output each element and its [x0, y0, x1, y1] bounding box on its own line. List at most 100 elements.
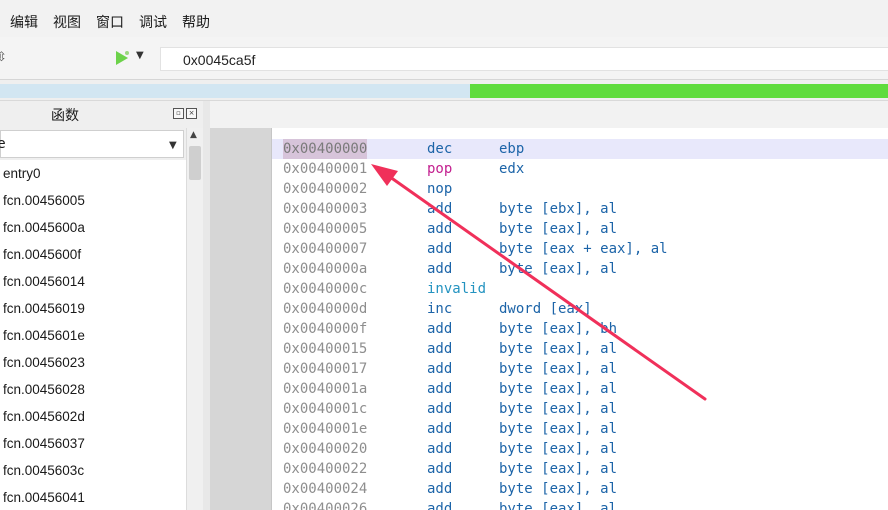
- instruction-mnemonic: inc: [427, 301, 453, 317]
- function-list-item[interactable]: fcn.0045600a: [0, 214, 186, 241]
- function-list-item[interactable]: fcn.00456019: [0, 295, 186, 322]
- disassembly-row[interactable]: 0x00400001 pop edx: [272, 159, 888, 179]
- function-list-item[interactable]: fcn.0045600f: [0, 241, 186, 268]
- instruction-mnemonic: add: [427, 201, 453, 217]
- dropdown-arrow-icon[interactable]: ▼: [169, 140, 177, 151]
- instruction-address: 0x00400000: [283, 139, 368, 159]
- function-filter[interactable]: e ▼: [0, 130, 184, 158]
- disassembly-row[interactable]: 0x0040000c invalid: [272, 279, 888, 299]
- instruction-operands: byte [eax + eax], al: [499, 241, 668, 257]
- disassembly-header: [210, 101, 888, 128]
- disassembly-row[interactable]: 0x00400024 add byte [eax], al: [272, 479, 888, 499]
- instruction-operands: byte [eax], al: [499, 441, 618, 457]
- instruction-address: 0x00400020: [283, 441, 368, 457]
- disassembly-row[interactable]: 0x00400026 add byte [eax], al: [272, 499, 888, 510]
- play-icon[interactable]: [114, 50, 130, 70]
- float-icon[interactable]: ▫: [173, 108, 184, 119]
- instruction-operands: ebp: [499, 141, 525, 157]
- instruction-mnemonic: add: [427, 261, 453, 277]
- instruction-mnemonic: add: [427, 321, 453, 337]
- instruction-address: 0x00400003: [283, 201, 368, 217]
- disassembly-row[interactable]: 0x00400015 add byte [eax], al: [272, 339, 888, 359]
- disassembly-row[interactable]: 0x00400003 add byte [ebx], al: [272, 199, 888, 219]
- scroll-up-icon[interactable]: ▲: [190, 130, 197, 140]
- instruction-mnemonic: add: [427, 461, 453, 477]
- instruction-address: 0x00400024: [283, 481, 368, 497]
- instruction-operands: byte [eax], al: [499, 341, 618, 357]
- disassembly-row[interactable]: 0x0040000f add byte [eax], bh: [272, 319, 888, 339]
- function-list-item[interactable]: fcn.00456041: [0, 484, 186, 510]
- disassembly-lines: 0x00400000 dec ebp 0x00400001 pop edx 0x004000…: [272, 139, 888, 510]
- instruction-mnemonic: add: [427, 441, 453, 457]
- dock-controls: ▫ ×: [173, 108, 197, 119]
- instruction-address: 0x00400022: [283, 461, 368, 477]
- instruction-address: 0x00400026: [283, 501, 368, 510]
- instruction-address: 0x0040000a: [283, 261, 368, 277]
- instruction-address: 0x00400005: [283, 221, 368, 237]
- function-list-item[interactable]: fcn.00456037: [0, 430, 186, 457]
- instruction-address: 0x0040000c: [283, 281, 368, 297]
- instruction-operands: byte [eax], al: [499, 361, 618, 377]
- instruction-mnemonic: add: [427, 481, 453, 497]
- disassembly-row[interactable]: 0x0040001e add byte [eax], al: [272, 419, 888, 439]
- disassembly-row[interactable]: 0x0040001c add byte [eax], al: [272, 399, 888, 419]
- instruction-operands: byte [eax], bh: [499, 321, 618, 337]
- nav-arrows-icon[interactable]: ⇳: [0, 50, 7, 65]
- instruction-mnemonic: add: [427, 361, 453, 377]
- address-input[interactable]: 0x0045ca5f: [160, 47, 888, 71]
- instruction-address: 0x00400007: [283, 241, 368, 257]
- instruction-operands: edx: [499, 161, 525, 177]
- disassembly-row[interactable]: 0x00400020 add byte [eax], al: [272, 439, 888, 459]
- instruction-mnemonic: add: [427, 241, 453, 257]
- instruction-operands: byte [eax], al: [499, 461, 618, 477]
- close-icon[interactable]: ×: [186, 108, 197, 119]
- instruction-mnemonic: invalid: [427, 281, 487, 297]
- disassembly-row[interactable]: 0x0040000a add byte [eax], al: [272, 259, 888, 279]
- functions-panel-title: 函数: [51, 108, 79, 124]
- instruction-address: 0x0040000f: [283, 321, 368, 337]
- function-list-item[interactable]: entry0: [0, 160, 186, 187]
- instruction-address: 0x00400017: [283, 361, 368, 377]
- instruction-address: 0x00400001: [283, 161, 368, 177]
- instruction-operands: byte [eax], al: [499, 481, 618, 497]
- instruction-operands: dword [eax]: [499, 301, 592, 317]
- instruction-operands: byte [eax], al: [499, 381, 618, 397]
- scroll-thumb[interactable]: [189, 146, 201, 180]
- disassembly-row[interactable]: 0x00400007 add byte [eax + eax], al: [272, 239, 888, 259]
- instruction-operands: byte [eax], al: [499, 221, 618, 237]
- instruction-operands: byte [eax], al: [499, 421, 618, 437]
- instruction-mnemonic: nop: [427, 181, 453, 197]
- function-list-item[interactable]: fcn.00456005: [0, 187, 186, 214]
- function-list-item[interactable]: fcn.00456014: [0, 268, 186, 295]
- disassembly-row[interactable]: 0x00400022 add byte [eax], al: [272, 459, 888, 479]
- function-list: entry0 fcn.00456005 fcn.0045600a fcn.004560…: [0, 160, 187, 510]
- instruction-operands: byte [ebx], al: [499, 201, 618, 217]
- function-list-scrollbar[interactable]: ▲: [186, 128, 204, 510]
- instruction-mnemonic: add: [427, 341, 453, 357]
- disassembly-gutter: [210, 128, 272, 510]
- progress-fill: [470, 84, 888, 98]
- function-list-item[interactable]: fcn.00456023: [0, 349, 186, 376]
- dropdown-arrow-icon[interactable]: ▼: [136, 50, 144, 61]
- function-list-item[interactable]: fcn.0045602d: [0, 403, 186, 430]
- disassembly-row[interactable]: 0x00400002 nop: [272, 179, 888, 199]
- instruction-operands: byte [eax], al: [499, 261, 618, 277]
- function-list-item[interactable]: fcn.0045603c: [0, 457, 186, 484]
- disassembly-view[interactable]: 0x00400000 dec ebp 0x00400001 pop edx 0x004000…: [272, 128, 888, 510]
- panel-divider[interactable]: [203, 101, 210, 510]
- disassembly-row[interactable]: 0x00400017 add byte [eax], al: [272, 359, 888, 379]
- disassembly-row[interactable]: 0x00400000 dec ebp: [272, 139, 888, 159]
- instruction-mnemonic: add: [427, 221, 453, 237]
- disassembly-row[interactable]: 0x0040000d inc dword [eax]: [272, 299, 888, 319]
- instruction-address: 0x0040001e: [283, 421, 368, 437]
- instruction-operands: byte [eax], al: [499, 501, 618, 510]
- function-list-item[interactable]: fcn.00456028: [0, 376, 186, 403]
- instruction-mnemonic: dec: [427, 141, 453, 157]
- instruction-mnemonic: pop: [427, 161, 453, 177]
- disassembly-row[interactable]: 0x00400005 add byte [eax], al: [272, 219, 888, 239]
- instruction-operands: byte [eax], al: [499, 401, 618, 417]
- disassembly-row[interactable]: 0x0040001a add byte [eax], al: [272, 379, 888, 399]
- function-list-item[interactable]: fcn.0045601e: [0, 322, 186, 349]
- instruction-address: 0x0040000d: [283, 301, 368, 317]
- instruction-address: 0x0040001a: [283, 381, 368, 397]
